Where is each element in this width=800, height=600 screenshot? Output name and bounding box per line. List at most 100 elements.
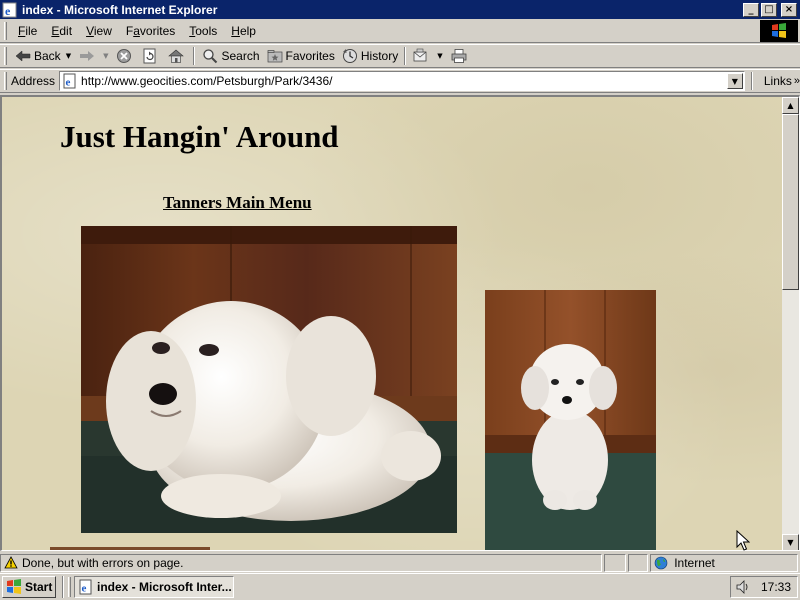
- status-message-pane[interactable]: Done, but with errors on page.: [0, 553, 603, 572]
- ie-icon: e: [79, 579, 92, 595]
- back-label: Back: [34, 49, 61, 63]
- address-label: Address: [11, 74, 56, 88]
- speaker-icon[interactable]: [735, 579, 751, 595]
- menu-view-label: View: [86, 23, 112, 38]
- taskbar-button-ie[interactable]: e index - Microsoft Inter...: [74, 576, 234, 598]
- menu-view[interactable]: View: [79, 24, 119, 38]
- scroll-down-icon: ▼: [787, 538, 794, 547]
- security-zone-pane: Internet: [650, 553, 798, 572]
- clock[interactable]: 17:33: [761, 580, 791, 594]
- start-label: Start: [25, 580, 53, 594]
- scroll-thumb[interactable]: [782, 114, 799, 290]
- mail-dropdown-icon[interactable]: ▼: [437, 52, 442, 60]
- back-arrow-icon: [14, 47, 32, 65]
- favorites-button[interactable]: Favorites: [263, 45, 338, 67]
- back-dropdown-icon[interactable]: ▼: [66, 52, 71, 60]
- address-input[interactable]: [81, 74, 727, 88]
- dog-photo-large[interactable]: [81, 226, 457, 533]
- close-button[interactable]: ×: [781, 2, 797, 17]
- refresh-button[interactable]: [138, 45, 164, 67]
- toolbar-separator: [193, 47, 196, 65]
- menu-file-label: File: [18, 23, 38, 38]
- toolbar-grip[interactable]: [4, 47, 7, 65]
- menu-favorites-label: Favorites: [125, 23, 176, 38]
- taskbar-grip[interactable]: [68, 577, 71, 597]
- status-pane-blank: [604, 553, 627, 572]
- back-button[interactable]: Back: [11, 45, 64, 67]
- stop-icon: [115, 47, 133, 65]
- standard-toolbar: Back ▼ ▼ Search Favorites History ▼: [0, 44, 800, 68]
- addressbar-grip[interactable]: [4, 72, 7, 90]
- address-field[interactable]: e ▼: [59, 71, 745, 91]
- ie-throbber: [760, 20, 798, 42]
- photo-strip-partial: [50, 547, 210, 550]
- start-button[interactable]: Start: [2, 576, 56, 598]
- warning-icon: [4, 556, 18, 569]
- menu-help[interactable]: Help: [224, 24, 263, 38]
- print-icon: [450, 47, 468, 65]
- chevron-down-icon: ▼: [731, 76, 738, 86]
- ie-icon: e: [2, 2, 17, 18]
- menu-tools-label: Tools: [189, 23, 218, 38]
- browser-viewport: Just Hangin' Around Tanners Main Menu ▲ …: [0, 95, 800, 551]
- page-icon: e: [63, 73, 76, 89]
- address-dropdown-button[interactable]: ▼: [726, 73, 743, 89]
- system-tray: 17:33: [730, 576, 798, 598]
- address-bar: Address e ▼ Links »: [0, 69, 800, 93]
- mail-icon: [412, 47, 430, 65]
- forward-button[interactable]: [75, 45, 101, 67]
- menubar-grip[interactable]: [4, 21, 7, 40]
- status-bar: Done, but with errors on page. Internet: [0, 552, 800, 573]
- page-heading: Just Hangin' Around: [60, 119, 339, 154]
- minimize-icon: _: [748, 3, 754, 15]
- forward-dropdown-icon[interactable]: ▼: [103, 52, 108, 60]
- home-button[interactable]: [164, 45, 190, 67]
- vertical-scrollbar[interactable]: ▲ ▼: [782, 97, 799, 550]
- taskbar-separator: [62, 576, 64, 598]
- windows-flag-icon: [772, 23, 786, 38]
- menu-help-label: Help: [231, 23, 256, 38]
- restore-button[interactable]: □: [761, 2, 777, 17]
- search-label: Search: [221, 49, 260, 63]
- mouse-cursor-icon: [736, 530, 750, 551]
- menu-tools[interactable]: Tools: [182, 24, 224, 38]
- svg-text:e: e: [5, 4, 11, 18]
- scroll-down-button[interactable]: ▼: [782, 534, 799, 550]
- status-message: Done, but with errors on page.: [22, 555, 184, 570]
- search-button[interactable]: Search: [198, 45, 262, 67]
- toolbar-separator: [404, 47, 407, 65]
- stop-button[interactable]: [112, 45, 138, 67]
- minimize-button[interactable]: _: [743, 2, 759, 17]
- web-page: Just Hangin' Around Tanners Main Menu: [2, 97, 782, 551]
- restore-icon: □: [764, 3, 774, 15]
- menu-edit[interactable]: Edit: [44, 24, 79, 38]
- history-label: History: [360, 49, 399, 63]
- close-icon: ×: [784, 3, 794, 15]
- address-separator: [750, 72, 753, 90]
- history-icon: [341, 47, 359, 65]
- mail-button[interactable]: [409, 45, 435, 67]
- windows-flag-icon: [7, 579, 21, 594]
- taskbar-button-label: index - Microsoft Inter...: [97, 580, 232, 594]
- taskbar: Start e index - Microsoft Inter... 17:33: [0, 573, 800, 600]
- menu-file[interactable]: File: [11, 24, 44, 38]
- globe-icon: [654, 556, 668, 569]
- forward-arrow-icon: [78, 47, 96, 65]
- menu-bar: File Edit View Favorites Tools Help: [0, 19, 800, 43]
- menu-favorites[interactable]: Favorites: [119, 24, 182, 38]
- history-button[interactable]: History: [338, 45, 401, 67]
- dog-photo-small[interactable]: [485, 290, 656, 551]
- favorites-label: Favorites: [285, 49, 335, 63]
- search-icon: [201, 47, 219, 65]
- favorites-icon: [266, 47, 284, 65]
- window-title: index - Microsoft Internet Explorer: [22, 2, 218, 17]
- links-button[interactable]: Links: [764, 74, 792, 88]
- refresh-icon: [141, 47, 159, 65]
- security-zone-label: Internet: [674, 555, 715, 570]
- title-bar: e index - Microsoft Internet Explorer _ …: [0, 0, 800, 19]
- status-pane-blank: [628, 553, 649, 572]
- main-menu-link[interactable]: Tanners Main Menu: [163, 193, 312, 213]
- print-button[interactable]: [447, 45, 473, 67]
- scroll-up-button[interactable]: ▲: [782, 97, 799, 114]
- links-more-icon[interactable]: »: [794, 75, 800, 87]
